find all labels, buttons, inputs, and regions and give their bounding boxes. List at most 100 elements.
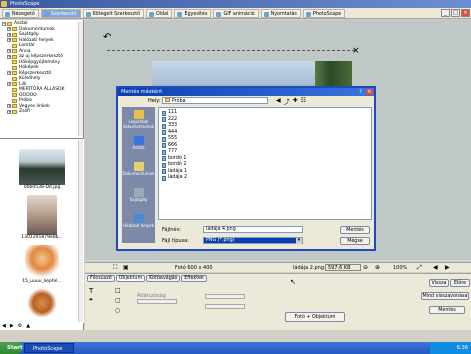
up-icon[interactable]: ▲ xyxy=(26,323,30,330)
folder-icon xyxy=(12,65,17,70)
circle-tool-icon[interactable]: ○ xyxy=(115,306,121,316)
thumbnail-2[interactable] xyxy=(27,195,57,235)
expand-toggle-icon[interactable]: + xyxy=(7,104,11,109)
save-button[interactable]: Mentés xyxy=(429,306,465,314)
tab-page[interactable]: Oldal xyxy=(146,8,173,18)
view-menu-icon[interactable]: ☷ xyxy=(301,97,306,106)
photo-object-button[interactable]: Fotó + Objektum xyxy=(285,312,345,322)
expand-toggle-icon[interactable]: + xyxy=(7,32,11,37)
expand-toggle-icon[interactable]: + xyxy=(7,54,11,59)
outline-field[interactable] xyxy=(205,294,245,299)
undo-all-button[interactable]: Mind visszavonása xyxy=(421,292,469,300)
file-item[interactable]: ládája 2 xyxy=(162,175,368,182)
filename-input[interactable]: ládája 4.png xyxy=(203,226,303,233)
tab-batch-editor[interactable]: Kötegelt Szerkesztő xyxy=(82,8,145,18)
tab-object[interactable]: Objektum xyxy=(115,275,146,282)
fit-icon[interactable]: ⛶ xyxy=(113,264,117,272)
tab-viewer[interactable]: Nézegető xyxy=(2,8,39,18)
expand-toggle-icon[interactable]: + xyxy=(7,38,11,43)
maximize-button[interactable]: □ xyxy=(451,9,460,17)
tab-photoscape[interactable]: PhotoScape xyxy=(302,8,346,18)
shadow-field[interactable] xyxy=(205,304,245,309)
image-file-icon xyxy=(162,130,166,136)
place-icon xyxy=(133,188,144,197)
prev-image-icon[interactable]: ◀ xyxy=(433,264,438,271)
thumbnail-3[interactable] xyxy=(25,245,59,279)
back-icon[interactable]: ◀ xyxy=(276,97,281,106)
file-name: ládája 2 xyxy=(168,175,188,180)
crop-guide-top xyxy=(107,50,355,52)
zoom-level: 100% xyxy=(393,265,408,271)
opacity-field[interactable] xyxy=(137,299,177,304)
tab-print[interactable]: Nyomtatás xyxy=(260,8,301,18)
up-folder-icon[interactable]: ⤴ xyxy=(284,97,290,106)
zoom-in-icon[interactable]: ⊕ xyxy=(375,264,380,271)
dialog-close-icon[interactable]: × xyxy=(366,89,373,95)
redo-button[interactable]: Előre xyxy=(450,279,470,287)
thumbnail-1[interactable] xyxy=(19,149,65,185)
expand-toggle-icon[interactable]: + xyxy=(7,82,11,87)
place-item[interactable]: Sajátgép xyxy=(122,185,155,211)
rectangle-tool-icon[interactable]: □ xyxy=(115,286,121,296)
expand-toggle-icon[interactable]: + xyxy=(7,27,11,32)
place-icon xyxy=(133,162,144,171)
place-item[interactable]: Hálózati helyek xyxy=(122,211,155,237)
tool-panel: Főcsúszó Objektum Körbevágás Effektek T … xyxy=(85,273,471,330)
tab-home[interactable]: Főcsúszó xyxy=(87,275,115,282)
taskbar-photoscape[interactable]: PhotoScape xyxy=(24,343,74,353)
close-button[interactable]: × xyxy=(461,9,470,17)
zoom-out-icon[interactable]: ⊖ xyxy=(363,264,368,271)
dialog-help-icon[interactable]: ? xyxy=(357,89,364,95)
tree-item[interactable]: + Zsófi xyxy=(2,109,81,115)
start-button[interactable]: Start xyxy=(0,342,23,354)
folder-icon xyxy=(12,98,17,103)
expand-toggle-icon[interactable]: + xyxy=(7,49,11,54)
new-folder-icon[interactable]: ✚ xyxy=(293,97,298,106)
filetype-select[interactable]: PNG (*.png) ▾ xyxy=(203,237,303,244)
rounded-rectangle-tool-icon[interactable]: ▢ xyxy=(115,296,121,306)
tab-crop[interactable]: Körbevágás xyxy=(146,275,181,282)
object-tools: T ❝ xyxy=(89,286,93,306)
actual-size-icon[interactable]: ▣ xyxy=(123,264,129,271)
tab-editor[interactable]: Szerkesztő xyxy=(40,8,81,18)
place-item[interactable]: Dokumentumok xyxy=(122,159,155,185)
minimize-button[interactable]: _ xyxy=(441,9,450,17)
tab-combine[interactable]: Egyesítés xyxy=(174,8,212,18)
file-items: 111 222 333 444 555 666 777 bordó 1 bordó 2 ládáj… xyxy=(162,110,368,182)
tab-gif-animation[interactable]: GIF animáció xyxy=(213,8,259,18)
shape-tools: □ ▢ ○ xyxy=(115,286,121,316)
tree-scrollbar[interactable] xyxy=(78,22,83,136)
quote-tool-icon[interactable]: ❝ xyxy=(89,296,93,306)
folder-icon xyxy=(12,87,17,92)
dropdown-arrow-icon[interactable]: ▾ xyxy=(296,238,302,244)
dialog-cancel-button[interactable]: Mégse xyxy=(340,237,370,245)
gear-icon[interactable]: ⚙ xyxy=(18,323,22,330)
undo-button[interactable]: Vissza xyxy=(429,279,449,287)
rotate-handle-icon[interactable]: ↶ xyxy=(103,32,111,43)
arrow-left-icon[interactable]: ◀ xyxy=(2,323,6,330)
next-image-icon[interactable]: ▶ xyxy=(445,264,450,271)
folder-icon xyxy=(12,43,17,48)
folder-icon xyxy=(12,93,17,98)
thumbnail-scrollbar[interactable] xyxy=(78,140,83,322)
expand-toggle-icon[interactable]: + xyxy=(7,71,11,76)
thumbnail-4[interactable] xyxy=(27,289,57,317)
text-tool-icon[interactable]: T xyxy=(89,286,93,296)
main-tab-bar: Nézegető Szerkesztő Kötegelt Szerkesztő … xyxy=(0,8,471,19)
file-list[interactable]: 111 222 333 444 555 666 777 bordó 1 bordó 2 ládáj… xyxy=(158,107,372,220)
fullscreen-icon[interactable]: ⤢ xyxy=(417,264,422,272)
image-file-icon xyxy=(162,117,166,123)
expand-toggle-icon[interactable]: − xyxy=(2,21,6,26)
location-select[interactable]: Próba xyxy=(162,97,268,104)
place-item[interactable]: Asztal xyxy=(122,133,155,159)
image-file-icon xyxy=(162,169,166,175)
place-item[interactable]: Legutóbbi dokumentumok xyxy=(122,107,155,133)
dialog-save-button[interactable]: Mentés xyxy=(340,226,370,234)
cursor-tool-icon[interactable]: ↖ xyxy=(290,278,296,286)
close-selection-icon[interactable]: × xyxy=(352,46,360,56)
thumbnail-1-label: 00b0538-Dd.jpg xyxy=(23,185,61,190)
arrow-right-icon[interactable]: ▶ xyxy=(10,323,14,330)
expand-toggle-icon[interactable]: + xyxy=(7,109,11,114)
tab-effects[interactable]: Effektek xyxy=(181,275,207,282)
file-size: 597.6 KB xyxy=(325,264,361,271)
